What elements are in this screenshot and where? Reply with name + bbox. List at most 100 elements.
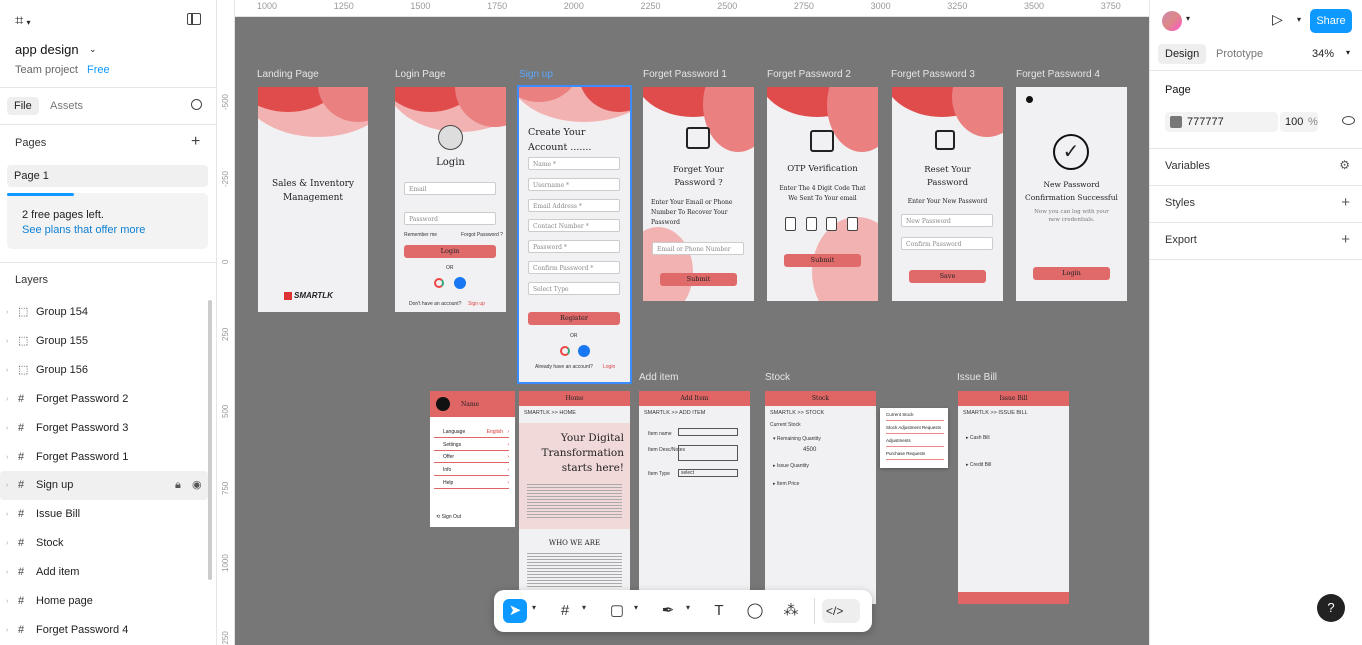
file-name[interactable]: app design bbox=[15, 42, 79, 57]
fp1-submit-button[interactable]: Submit bbox=[660, 273, 737, 286]
frame-label-login[interactable]: Login Page bbox=[395, 69, 446, 80]
signup-field[interactable]: Email Address * bbox=[528, 198, 620, 212]
frame-label-fp2[interactable]: Forget Password 2 bbox=[767, 69, 851, 80]
tab-prototype[interactable]: Prototype bbox=[1216, 48, 1263, 60]
stock-popup-item[interactable]: Current Stock bbox=[886, 409, 944, 421]
signout-link[interactable]: ⟲ Sign Out bbox=[436, 514, 461, 520]
forgot-link[interactable]: Forgot Password ? bbox=[461, 232, 503, 238]
frame-stock[interactable]: Stock SMARTLK >> STOCK Current Stock ▾ R… bbox=[765, 391, 876, 604]
fp3-confirm-password[interactable]: Confirm Password bbox=[901, 237, 993, 250]
plan-badge[interactable]: Free bbox=[87, 64, 110, 76]
layer-item[interactable]: › # Issue Bill bbox=[0, 500, 208, 529]
expand-arrow-icon[interactable]: › bbox=[6, 558, 8, 587]
frame-forget-password-2[interactable]: OTP Verification Enter The 4 Digit Code … bbox=[767, 87, 878, 301]
otp-digit-box[interactable] bbox=[826, 217, 837, 231]
remember-me[interactable]: Remember me bbox=[404, 232, 437, 238]
text-tool-icon[interactable]: T bbox=[707, 599, 731, 623]
export-section[interactable]: Export bbox=[1165, 234, 1197, 246]
eye-icon[interactable]: ◉ bbox=[192, 471, 202, 500]
layer-item[interactable]: › # Stock bbox=[0, 529, 208, 558]
stock-row-price[interactable]: ▸ Item Price bbox=[773, 481, 799, 487]
comment-tool-icon[interactable]: ◯ bbox=[743, 599, 767, 623]
tab-design[interactable]: Design bbox=[1158, 44, 1207, 64]
login-email-field[interactable]: Email bbox=[404, 182, 496, 195]
frame-login-page[interactable]: Login Email Password Remember me Forgot … bbox=[395, 87, 506, 312]
signup-field[interactable]: Contact Number * bbox=[528, 219, 620, 233]
chevron-down-icon[interactable]: ▾ bbox=[1346, 48, 1350, 57]
frame-label-issue[interactable]: Issue Bill bbox=[957, 372, 997, 383]
menu-item[interactable]: Help › bbox=[434, 477, 509, 489]
frame-sign-up[interactable]: Create Your Account ....... Name * Userna… bbox=[517, 85, 632, 384]
layer-item[interactable]: › # Sign up 🔒︎ ◉ bbox=[0, 471, 208, 501]
expand-arrow-icon[interactable]: › bbox=[6, 471, 8, 500]
frame-label-stock[interactable]: Stock bbox=[765, 372, 790, 383]
additem-name-input[interactable] bbox=[678, 428, 738, 436]
expand-arrow-icon[interactable]: › bbox=[6, 500, 8, 529]
shape-tool-icon[interactable]: ▢ bbox=[605, 599, 629, 623]
layers-scrollbar[interactable] bbox=[208, 300, 212, 580]
signup-field[interactable]: Confirm Password * bbox=[528, 261, 620, 274]
google-icon[interactable] bbox=[434, 278, 444, 288]
canvas[interactable]: 1000 1250 1500 1750 2000 2250 2500 2750 3000 3250… bbox=[217, 0, 1149, 645]
expand-arrow-icon[interactable]: › bbox=[6, 385, 8, 414]
frame-issue-bill[interactable]: Issue Bill SMARTLK >> ISSUE BILL ▸ Cash … bbox=[958, 391, 1069, 604]
fp3-save-button[interactable]: Save bbox=[909, 270, 986, 283]
signup-field[interactable]: Username * bbox=[528, 177, 620, 191]
tab-file[interactable]: File bbox=[7, 97, 39, 115]
share-button[interactable]: Share bbox=[1310, 9, 1352, 33]
expand-arrow-icon[interactable]: › bbox=[6, 616, 8, 645]
fp1-input[interactable]: Email or Phone Number bbox=[652, 242, 744, 255]
otp-digit-box[interactable] bbox=[846, 217, 858, 231]
frame-menu[interactable]: Name Language English › Settings › Offer › Info… bbox=[430, 391, 515, 527]
chevron-down-icon[interactable]: ⌄ bbox=[89, 44, 97, 55]
layer-item[interactable]: › # Forget Password 3 bbox=[0, 414, 208, 443]
login-password-field[interactable]: Password bbox=[404, 212, 496, 225]
frame-label-landing[interactable]: Landing Page bbox=[257, 69, 319, 80]
frame-label-additem[interactable]: Add item bbox=[639, 372, 678, 383]
otp-digit-box[interactable] bbox=[785, 217, 796, 231]
add-style-icon[interactable]: + bbox=[1341, 194, 1350, 211]
additem-desc-input[interactable] bbox=[678, 445, 738, 461]
frame-label-signup[interactable]: Sign up bbox=[519, 69, 553, 80]
frame-label-fp4[interactable]: Forget Password 4 bbox=[1016, 69, 1100, 80]
layer-item[interactable]: › ⬚ Group 156 bbox=[0, 356, 208, 385]
add-export-icon[interactable]: + bbox=[1341, 231, 1350, 248]
expand-arrow-icon[interactable]: › bbox=[6, 443, 8, 472]
menu-item[interactable]: Offer › bbox=[434, 451, 509, 464]
close-icon[interactable] bbox=[1026, 96, 1033, 103]
frame-forget-password-1[interactable]: Forget Your Password ? Enter Your Email … bbox=[643, 87, 754, 301]
signup-login-link[interactable]: Login bbox=[603, 364, 615, 370]
fp2-submit-button[interactable]: Submit bbox=[784, 254, 861, 267]
pen-tool-icon[interactable]: ✒ bbox=[656, 599, 680, 623]
login-button[interactable]: Login bbox=[404, 245, 496, 258]
sidebar-toggle-icon[interactable] bbox=[187, 13, 201, 25]
chevron-down-icon[interactable]: ▾ bbox=[1297, 15, 1301, 24]
expand-arrow-icon[interactable]: › bbox=[6, 529, 8, 558]
move-tool-icon[interactable]: ➤ bbox=[503, 599, 527, 623]
google-icon[interactable] bbox=[560, 346, 570, 356]
layer-item[interactable]: › ⬚ Group 154 bbox=[0, 298, 208, 327]
layer-item[interactable]: › # Add item bbox=[0, 558, 208, 587]
color-swatch[interactable] bbox=[1170, 116, 1182, 128]
stock-popup-item[interactable]: Adjustments bbox=[886, 435, 944, 447]
additem-type-select[interactable]: select bbox=[678, 469, 738, 477]
frame-label-fp3[interactable]: Forget Password 3 bbox=[891, 69, 975, 80]
tab-assets[interactable]: Assets bbox=[50, 100, 83, 112]
expand-arrow-icon[interactable]: › bbox=[6, 587, 8, 616]
signup-field[interactable]: Name * bbox=[528, 157, 620, 170]
facebook-icon[interactable] bbox=[578, 345, 590, 357]
opacity-value[interactable]: 100 bbox=[1285, 116, 1303, 128]
frame-forget-password-4[interactable]: ✓ New Password Confirmation Successful N… bbox=[1016, 87, 1127, 301]
issue-row-cash[interactable]: ▸ Cash Bill bbox=[966, 435, 990, 441]
expand-arrow-icon[interactable]: › bbox=[6, 356, 8, 385]
stock-row-issue[interactable]: ▸ Issue Quantity bbox=[773, 463, 809, 469]
eye-icon[interactable] bbox=[1342, 116, 1355, 125]
page-item-page-1[interactable]: Page 1 bbox=[7, 165, 208, 187]
add-page-icon[interactable]: + bbox=[191, 133, 200, 151]
signup-field[interactable]: Password * bbox=[528, 240, 620, 254]
avatar[interactable] bbox=[1162, 11, 1182, 31]
help-icon[interactable]: ? bbox=[1317, 594, 1345, 622]
stock-row-remaining[interactable]: ▾ Remaining Quantity bbox=[773, 436, 821, 442]
search-icon[interactable] bbox=[191, 99, 202, 110]
signup-link[interactable]: Sign up bbox=[468, 301, 485, 307]
